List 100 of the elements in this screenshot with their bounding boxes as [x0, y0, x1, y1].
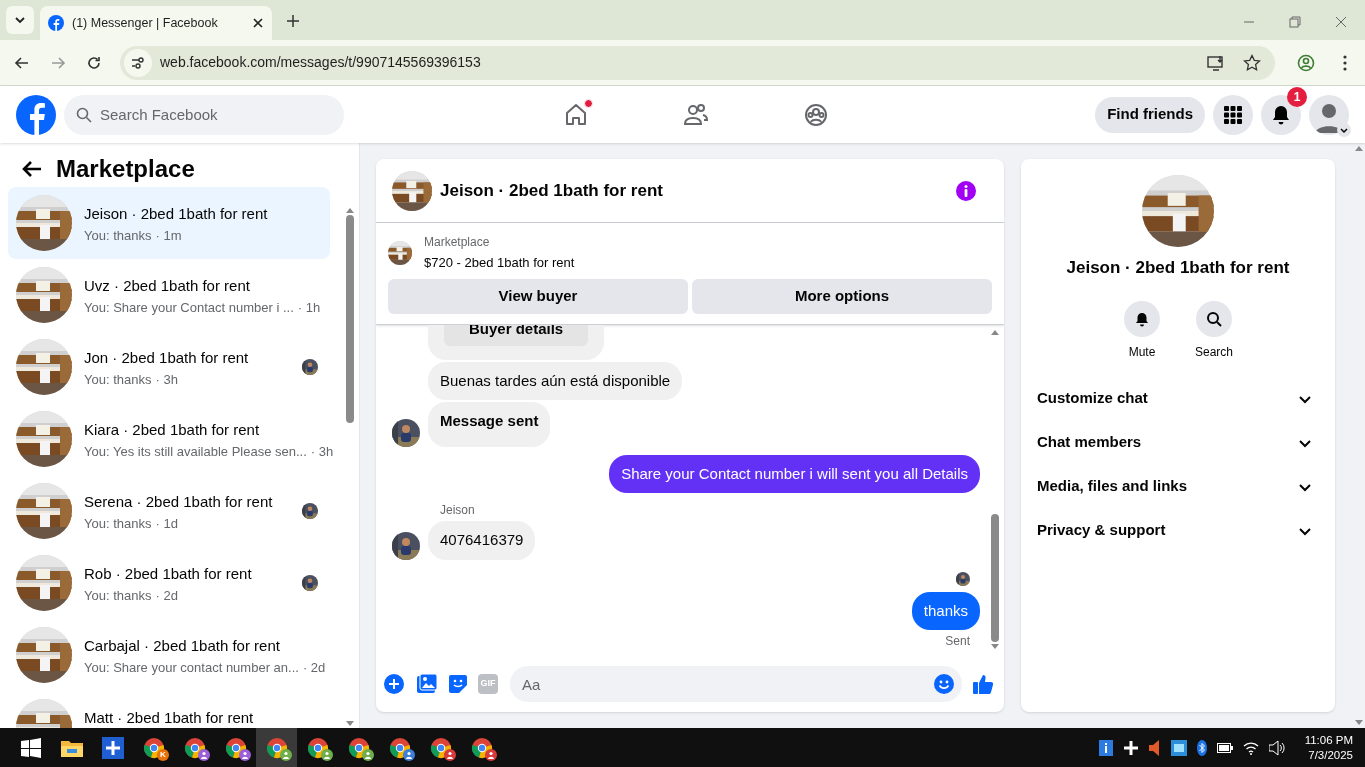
message-bubble: thanks [911, 591, 980, 630]
taskbar-button[interactable] [256, 728, 297, 767]
grid-icon [1224, 105, 1242, 124]
profile-avatar[interactable] [1309, 94, 1349, 135]
message-preview: You: thanks [84, 514, 152, 533]
browser-icon [142, 736, 165, 759]
bluetooth-icon[interactable] [1196, 739, 1207, 756]
browser-tab[interactable]: (1) Messenger | Facebook [40, 6, 272, 40]
message-preview: You: thanks [84, 586, 152, 605]
address-bar[interactable]: web.facebook.com/messages/t/9907145569396153 [120, 45, 1275, 80]
add-icon[interactable] [384, 674, 404, 694]
chevron-down-icon[interactable] [1337, 122, 1351, 137]
sender-name: Jeison [439, 502, 476, 519]
message-bubble: 4076416379 [428, 521, 536, 560]
browser-icon [429, 736, 452, 759]
bell-icon [1272, 104, 1290, 125]
scroll-down-icon[interactable] [1355, 720, 1363, 726]
image-icon[interactable] [416, 674, 438, 694]
groups-icon[interactable] [803, 101, 829, 128]
facebook-logo[interactable] [16, 94, 56, 135]
message-bubble: Buenas tardes aún está disponible [428, 361, 683, 400]
windows-icon[interactable] [20, 737, 41, 758]
action-label: Mute [1128, 343, 1156, 361]
browser-icon [224, 736, 247, 759]
message-time: · 2d [155, 586, 178, 605]
browser-icon [388, 736, 411, 759]
plus-icon[interactable] [1122, 739, 1139, 756]
back-icon[interactable] [22, 160, 42, 178]
message-time: · 1h [297, 298, 321, 317]
profile-icon[interactable] [1297, 53, 1315, 72]
message-time: · 2d [302, 658, 326, 677]
scroll-down-icon[interactable] [991, 644, 999, 650]
conversation-item[interactable]: Rob · 2bed 1bath for rent You: thanks · 2d [8, 547, 330, 619]
speaker-icon[interactable] [1148, 739, 1161, 756]
facebook-icon [48, 15, 64, 31]
browser-icon [470, 736, 493, 759]
action-button[interactable]: More options [692, 278, 992, 314]
find-friends-button[interactable]: Find friends [1095, 96, 1205, 133]
action-button[interactable]: View buyer [388, 278, 688, 314]
conversation-name: Rob · 2bed 1bath for rent [84, 564, 253, 584]
app-icon[interactable] [1170, 739, 1187, 756]
browser-icon [265, 736, 288, 759]
scrollbar-thumb[interactable] [346, 215, 354, 423]
bell-icon [1134, 310, 1150, 327]
home-icon[interactable] [563, 101, 589, 128]
star-icon[interactable] [1243, 53, 1261, 72]
message-preview: You: Share your contact number an... [84, 658, 299, 677]
install-app-icon[interactable] [1207, 53, 1225, 72]
scroll-up-icon[interactable] [1355, 145, 1363, 151]
message-time: · 1m [155, 226, 182, 245]
emoji-icon[interactable] [934, 674, 954, 694]
notifications-button[interactable] [1261, 94, 1301, 135]
chat-title: Jeison · 2bed 1bath for rent [440, 179, 664, 202]
sticker-icon[interactable] [448, 674, 468, 694]
mute-button[interactable] [1124, 300, 1160, 337]
conversation-item[interactable]: Uvz · 2bed 1bath for rent You: Share your Contact number i ... · 1h [8, 259, 330, 331]
volume-icon[interactable] [1268, 739, 1287, 756]
site-settings-icon[interactable] [124, 48, 152, 77]
conversation-item[interactable]: Jon · 2bed 1bath for rent You: thanks · 3h [8, 331, 330, 403]
conversation-name: Jeison · 2bed 1bath for rent [84, 204, 269, 224]
folder-icon[interactable] [60, 738, 83, 757]
browser-icon [306, 736, 329, 759]
scrollbar-thumb[interactable] [991, 514, 999, 642]
section-header[interactable]: Chat members [1029, 420, 1327, 465]
message-preview: You: Share your Contact number i ... [84, 298, 294, 317]
section-header[interactable]: Customize chat [1029, 376, 1327, 421]
search-button[interactable] [1196, 300, 1232, 337]
message-field[interactable]: Aa [510, 666, 962, 702]
message-status: Sent [945, 633, 970, 650]
close-icon[interactable] [252, 17, 264, 29]
new-tab-icon[interactable] [286, 14, 300, 28]
back-icon[interactable] [14, 54, 30, 71]
section-header[interactable]: Media, files and links [1029, 464, 1327, 509]
section-header[interactable]: Privacy & support [1029, 508, 1327, 553]
url-text: web.facebook.com/messages/t/9907145569396153 [160, 53, 482, 72]
message-preview: You: thanks [84, 370, 152, 389]
message-preview: You: Yes its still available Please sen... [84, 442, 307, 461]
scroll-up-icon[interactable] [346, 207, 354, 213]
listing-label: Marketplace [424, 234, 491, 251]
search-field[interactable]: Search Facebook [64, 94, 344, 135]
clock[interactable]: 11:06 PM 7/3/2025 [1304, 732, 1353, 763]
browser-icon [183, 736, 206, 759]
restore-icon[interactable] [1289, 16, 1301, 28]
forward-icon[interactable] [50, 54, 66, 71]
conversation-item[interactable]: Jeison · 2bed 1bath for rent You: thanks · 1m [8, 187, 330, 259]
thumbs-up-icon[interactable] [972, 673, 994, 695]
app-icon[interactable] [101, 736, 124, 759]
chevron-down-icon [14, 14, 26, 26]
conversation-name: Jon · 2bed 1bath for rent [84, 348, 250, 368]
menu-icon[interactable] [1343, 54, 1347, 71]
conversation-item[interactable]: Carbajal · 2bed 1bath for rent You: Share your contact number an... · 2d [8, 619, 330, 691]
battery-icon[interactable] [1216, 742, 1233, 753]
wifi-icon[interactable] [1242, 740, 1259, 755]
reload-icon[interactable] [86, 54, 102, 71]
scroll-up-icon[interactable] [991, 328, 999, 335]
tab-list-button[interactable] [6, 6, 34, 34]
friends-icon[interactable] [683, 101, 709, 128]
conversation-item[interactable]: Serena · 2bed 1bath for rent You: thanks · 1d [8, 475, 330, 547]
info-icon[interactable] [1098, 739, 1113, 756]
menu-button[interactable] [1213, 94, 1253, 135]
